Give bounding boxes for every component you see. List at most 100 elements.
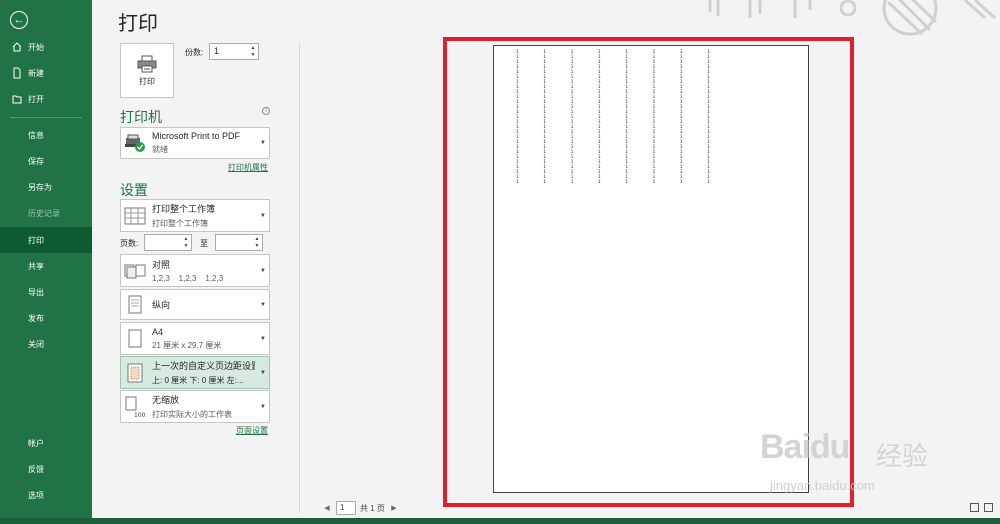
printer-dropdown[interactable]: Microsoft Print to PDF 就绪 ▼ <box>120 127 270 159</box>
print-scope-dropdown[interactable]: 打印整个工作簿 打印整个工作簿 ▼ <box>120 199 270 232</box>
home-icon <box>12 42 22 52</box>
previous-page-icon[interactable]: ◀ <box>322 504 332 512</box>
printer-properties-link[interactable]: 打印机属性 <box>228 162 268 173</box>
pdf-printer-icon <box>125 134 145 152</box>
sidebar-item-label: 另存为 <box>28 182 52 192</box>
copies-spinner[interactable]: ▲ ▼ <box>249 44 257 59</box>
sidebar-item-close[interactable]: 关闭 <box>0 331 92 357</box>
current-page-input[interactable]: 1 <box>336 501 356 515</box>
collate-dropdown[interactable]: 对照 1,2,3 1,2,3 1,2,3 ▼ <box>120 254 270 287</box>
pages-to-input[interactable]: ▲ ▼ <box>215 234 263 251</box>
sidebar-item-label: 信息 <box>28 130 44 140</box>
view-toggle-group <box>970 503 993 512</box>
sidebar-item-label: 打印 <box>28 235 44 245</box>
collate-title: 对照 <box>152 260 171 270</box>
pages-from-input[interactable]: ▲ ▼ <box>144 234 192 251</box>
printer-section-title: 打印机 <box>120 109 162 125</box>
sidebar-item-label: 新建 <box>28 68 44 78</box>
preview-column: 111111111111111111111111111 <box>516 50 519 185</box>
spin-down-icon[interactable]: ▼ <box>251 52 256 58</box>
paper-size-desc: 21 厘米 x 29.7 厘米 <box>152 340 222 350</box>
scaling-title: 无缩放 <box>152 395 180 405</box>
preview-column: 111111111111111111111111111 <box>652 50 656 185</box>
page-setup-link[interactable]: 页面设置 <box>236 425 268 436</box>
sidebar-item-new[interactable]: 新建 <box>0 60 92 86</box>
chevron-down-icon: ▼ <box>260 335 266 342</box>
chevron-down-icon: ▼ <box>260 301 266 308</box>
sidebar-item-print[interactable]: 打印 <box>0 227 92 253</box>
margins-dropdown[interactable]: 上一次的自定义页边距设置 上: 0 厘米 下: 0 厘米 左:... ▼ <box>120 356 270 389</box>
zoom-to-page-icon[interactable] <box>984 503 993 512</box>
panel-divider <box>299 43 300 513</box>
decorative-header-art <box>708 0 997 36</box>
preview-column: 111111111111111111111111111 <box>570 50 574 185</box>
margins-title: 上一次的自定义页边距设置 <box>152 361 255 371</box>
show-margins-icon[interactable] <box>970 503 979 512</box>
sidebar-item-publish[interactable]: 发布 <box>0 305 92 331</box>
chevron-down-icon: ▼ <box>260 369 266 376</box>
workbook-grid-icon <box>124 207 146 224</box>
backstage-sidebar: ← 开始 新建 打开 信息 保存 另存为 历史记录 打印 共享 导出 发布 关闭… <box>0 0 92 524</box>
spin-down-icon[interactable]: ▼ <box>184 243 189 249</box>
portrait-page-icon <box>128 295 142 313</box>
sidebar-item-home[interactable]: 开始 <box>0 34 92 60</box>
printer-status: 就绪 <box>152 145 168 154</box>
sidebar-item-save-as[interactable]: 另存为 <box>0 174 92 200</box>
sidebar-item-label: 关闭 <box>28 339 44 349</box>
sidebar-item-feedback[interactable]: 反馈 <box>0 456 92 482</box>
sidebar-item-options[interactable]: 选项 <box>0 482 92 508</box>
sidebar-item-info[interactable]: 信息 <box>0 122 92 148</box>
sidebar-item-account[interactable]: 帐户 <box>0 430 92 456</box>
pages-to-spinner[interactable]: ▲ ▼ <box>253 235 261 250</box>
scaling-dropdown[interactable]: 100 无缩放 打印实际大小的工作表 ▼ <box>120 390 270 423</box>
spin-up-icon[interactable]: ▲ <box>255 236 260 242</box>
settings-section-title: 设置 <box>120 182 148 198</box>
pages-to-label: 至 <box>200 239 208 248</box>
chevron-down-icon: ▼ <box>260 403 266 410</box>
watermark-cn: 经验 <box>876 441 929 471</box>
print-button[interactable]: 打印 <box>120 43 174 98</box>
chevron-down-icon: ▼ <box>260 140 266 146</box>
orientation-dropdown[interactable]: 纵向 ▼ <box>120 289 270 320</box>
info-icon[interactable]: i <box>262 107 270 115</box>
print-button-label: 打印 <box>139 76 155 86</box>
page-title: 打印 <box>118 13 158 35</box>
margins-desc: 上: 0 厘米 下: 0 厘米 左:... <box>152 376 244 385</box>
collate-icon <box>124 264 146 278</box>
sidebar-item-open[interactable]: 打开 <box>0 86 92 112</box>
sidebar-item-share[interactable]: 共享 <box>0 253 92 279</box>
sidebar-item-history[interactable]: 历史记录 <box>0 200 92 226</box>
pages-from-spinner[interactable]: ▲ ▼ <box>182 235 190 250</box>
sidebar-item-label: 打开 <box>28 94 44 104</box>
watermark-brand: Baidu <box>760 428 850 466</box>
spin-up-icon[interactable]: ▲ <box>184 236 189 242</box>
sidebar-item-label: 历史记录 <box>28 208 60 218</box>
sidebar-item-label: 共享 <box>28 261 44 271</box>
print-scope-desc: 打印整个工作簿 <box>152 219 208 228</box>
watermark-url: jingyan.baidu.com <box>770 478 875 493</box>
sidebar-item-export[interactable]: 导出 <box>0 279 92 305</box>
baidu-jingyan-watermark: Baidu 经验 jingyan.baidu.com <box>760 418 960 508</box>
sidebar-item-label: 反馈 <box>28 464 44 474</box>
sidebar-item-save[interactable]: 保存 <box>0 148 92 174</box>
copies-input[interactable]: 1 ▲ ▼ <box>209 43 259 60</box>
svg-text:100: 100 <box>134 412 146 418</box>
copies-value: 1 <box>214 46 220 56</box>
next-page-icon[interactable]: ▶ <box>389 504 399 512</box>
printer-name: Microsoft Print to PDF <box>152 131 241 141</box>
margins-icon <box>127 363 143 382</box>
sidebar-item-label: 选项 <box>28 490 44 500</box>
preview-column: 111111111111111111111111111 <box>679 50 683 185</box>
spin-up-icon[interactable]: ▲ <box>251 45 256 51</box>
sidebar-item-label: 发布 <box>28 313 44 323</box>
paper-size-dropdown[interactable]: A4 21 厘米 x 29.7 厘米 ▼ <box>120 322 270 355</box>
scaling-desc: 打印实际大小的工作表 <box>152 410 232 419</box>
spin-down-icon[interactable]: ▼ <box>255 243 260 249</box>
copies-label: 份数: <box>185 48 204 57</box>
sidebar-item-label: 保存 <box>28 156 44 166</box>
back-arrow-icon[interactable]: ← <box>10 11 28 29</box>
preview-column: 111111111111111111111111111 <box>597 50 601 185</box>
page-navigator: ◀ 1 共 1 页 ▶ <box>322 501 399 515</box>
sidebar-item-label: 帐户 <box>28 438 44 448</box>
sidebar-divider <box>10 117 82 118</box>
